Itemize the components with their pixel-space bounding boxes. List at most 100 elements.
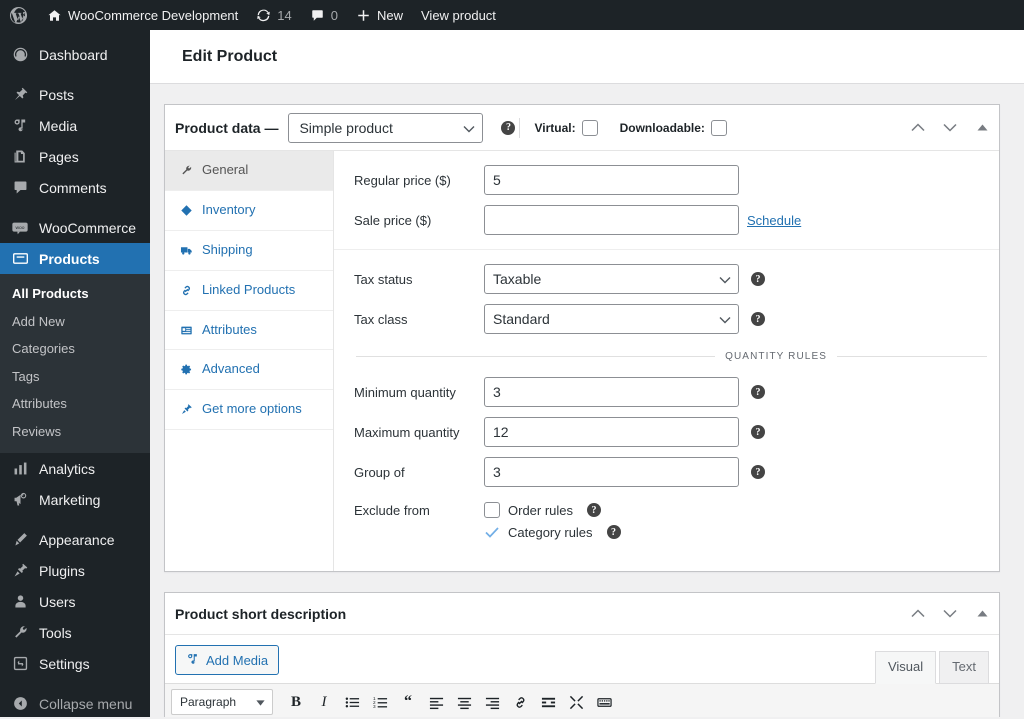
- submenu-item-attributes[interactable]: Attributes: [0, 390, 150, 418]
- order-rules-help-icon[interactable]: ?: [587, 503, 602, 517]
- minimum-quantity-help-icon[interactable]: ?: [751, 385, 765, 399]
- move-up-button[interactable]: [909, 605, 927, 623]
- tab-linked-products[interactable]: Linked Products: [165, 271, 333, 311]
- tab-inventory[interactable]: Inventory: [165, 191, 333, 231]
- svg-text:3: 3: [373, 704, 376, 709]
- schedule-sale-link[interactable]: Schedule: [747, 213, 801, 228]
- submenu-item-tags[interactable]: Tags: [0, 363, 150, 391]
- collapse-menu-button[interactable]: Collapse menu: [0, 688, 150, 719]
- add-media-button[interactable]: Add Media: [175, 645, 280, 675]
- category-rules-checkbox[interactable]: [484, 524, 500, 540]
- tab-advanced[interactable]: Advanced: [165, 350, 333, 391]
- sidebar-item-plugins[interactable]: Plugins: [0, 555, 150, 586]
- sale-price-input[interactable]: [484, 205, 739, 235]
- category-rules-help-icon[interactable]: ?: [606, 525, 621, 539]
- add-media-label: Add Media: [206, 652, 269, 668]
- regular-price-input[interactable]: [484, 165, 739, 195]
- sidebar-item-label: Analytics: [39, 460, 96, 477]
- appearance-icon: [10, 530, 30, 550]
- blockquote-icon[interactable]: “: [395, 689, 421, 715]
- tab-general[interactable]: General: [165, 151, 333, 191]
- quantity-rules-section-header: Quantity rules: [334, 345, 999, 368]
- bulleted-list-icon[interactable]: [339, 689, 365, 715]
- order-rules-option[interactable]: Order rules ?: [484, 502, 621, 518]
- view-product-label: View product: [421, 7, 496, 23]
- move-down-button[interactable]: [941, 119, 959, 137]
- comments-menu-item[interactable]: 0: [301, 0, 347, 30]
- divider-line-right: [837, 356, 987, 357]
- sidebar-item-marketing[interactable]: Marketing: [0, 484, 150, 515]
- product-type-select[interactable]: Simple product: [288, 112, 484, 143]
- move-up-button[interactable]: [909, 119, 927, 137]
- category-rules-label: Category rules: [508, 524, 593, 540]
- tab-get-more-options[interactable]: Get more options: [165, 390, 333, 431]
- submenu-item-all-products[interactable]: All Products: [0, 280, 150, 308]
- tax-status-select[interactable]: Taxable: [484, 264, 739, 294]
- short-description-header: Product short description: [165, 593, 999, 635]
- sidebar-item-appearance[interactable]: Appearance: [0, 524, 150, 555]
- toggle-panel-button[interactable]: [973, 605, 991, 623]
- minimum-quantity-input[interactable]: [484, 377, 739, 407]
- sidebar-item-pages[interactable]: Pages: [0, 141, 150, 172]
- dashboard-icon: [10, 45, 30, 65]
- toolbar-toggle-icon[interactable]: [591, 689, 617, 715]
- tab-visual[interactable]: Visual: [874, 650, 937, 684]
- site-name-menu-item[interactable]: WooCommerce Development: [38, 0, 247, 30]
- virtual-checkbox[interactable]: [581, 119, 598, 136]
- admin-sidebar-menu: Dashboard Posts Media Pages Comments woo…: [0, 30, 158, 719]
- align-center-icon[interactable]: [451, 689, 477, 715]
- numbered-list-icon[interactable]: 123: [367, 689, 393, 715]
- updates-menu-item[interactable]: 14: [247, 0, 300, 30]
- italic-icon[interactable]: I: [311, 689, 337, 715]
- order-rules-checkbox[interactable]: [484, 502, 500, 518]
- sidebar-item-analytics[interactable]: Analytics: [0, 453, 150, 484]
- media-icon: [10, 116, 30, 136]
- maximum-quantity-help-icon[interactable]: ?: [751, 425, 765, 439]
- paragraph-format-select[interactable]: Paragraph: [171, 689, 273, 715]
- align-right-icon[interactable]: [479, 689, 505, 715]
- product-type-help-icon[interactable]: ?: [501, 120, 516, 135]
- wp-logo-menu-item[interactable]: [0, 0, 38, 30]
- submenu-item-add-new[interactable]: Add New: [0, 308, 150, 336]
- sidebar-item-dashboard[interactable]: Dashboard: [0, 39, 150, 70]
- align-left-icon[interactable]: [423, 689, 449, 715]
- downloadable-checkbox[interactable]: [710, 119, 727, 136]
- distraction-free-icon[interactable]: [563, 689, 589, 715]
- bold-icon[interactable]: B: [283, 689, 309, 715]
- sidebar-item-tools[interactable]: Tools: [0, 617, 150, 648]
- sidebar-item-media[interactable]: Media: [0, 110, 150, 141]
- group-of-help-icon[interactable]: ?: [751, 465, 765, 479]
- new-content-label: New: [376, 7, 403, 23]
- move-down-button[interactable]: [941, 605, 959, 623]
- tax-class-help-icon[interactable]: ?: [751, 312, 765, 326]
- tax-status-help-icon[interactable]: ?: [751, 272, 765, 286]
- tax-class-select[interactable]: Standard: [484, 304, 739, 334]
- insert-link-icon[interactable]: [507, 689, 533, 715]
- insert-more-icon[interactable]: [535, 689, 561, 715]
- tab-shipping[interactable]: Shipping: [165, 231, 333, 271]
- view-product-menu-item[interactable]: View product: [412, 0, 505, 30]
- gear-icon: [179, 363, 193, 377]
- toggle-panel-button[interactable]: [973, 119, 991, 137]
- quantity-rules-title: Quantity rules: [725, 351, 827, 362]
- submenu-item-reviews[interactable]: Reviews: [0, 418, 150, 446]
- sidebar-item-comments[interactable]: Comments: [0, 172, 150, 203]
- product-data-header: Product data — Simple product ? Virtual:: [165, 105, 999, 151]
- new-content-menu-item[interactable]: New: [347, 0, 412, 30]
- tab-text[interactable]: Text: [939, 650, 989, 684]
- maximum-quantity-input[interactable]: [484, 417, 739, 447]
- tab-attributes[interactable]: Attributes: [165, 311, 333, 351]
- category-rules-option[interactable]: Category rules ?: [484, 524, 621, 540]
- downloadable-checkbox-field[interactable]: Downloadable:: [620, 119, 727, 136]
- regular-price-label: Regular price ($): [354, 172, 451, 188]
- virtual-checkbox-field[interactable]: Virtual:: [534, 119, 598, 136]
- group-of-input[interactable]: [484, 457, 739, 487]
- sidebar-item-woocommerce[interactable]: woo WooCommerce: [0, 212, 150, 243]
- group-of-label: Group of: [354, 464, 405, 480]
- sidebar-item-users[interactable]: Users: [0, 586, 150, 617]
- submenu-item-categories[interactable]: Categories: [0, 335, 150, 363]
- media-add-icon: [186, 652, 200, 668]
- sidebar-item-posts[interactable]: Posts: [0, 79, 150, 110]
- sidebar-item-settings[interactable]: Settings: [0, 648, 150, 679]
- sidebar-item-products[interactable]: Products: [0, 243, 158, 274]
